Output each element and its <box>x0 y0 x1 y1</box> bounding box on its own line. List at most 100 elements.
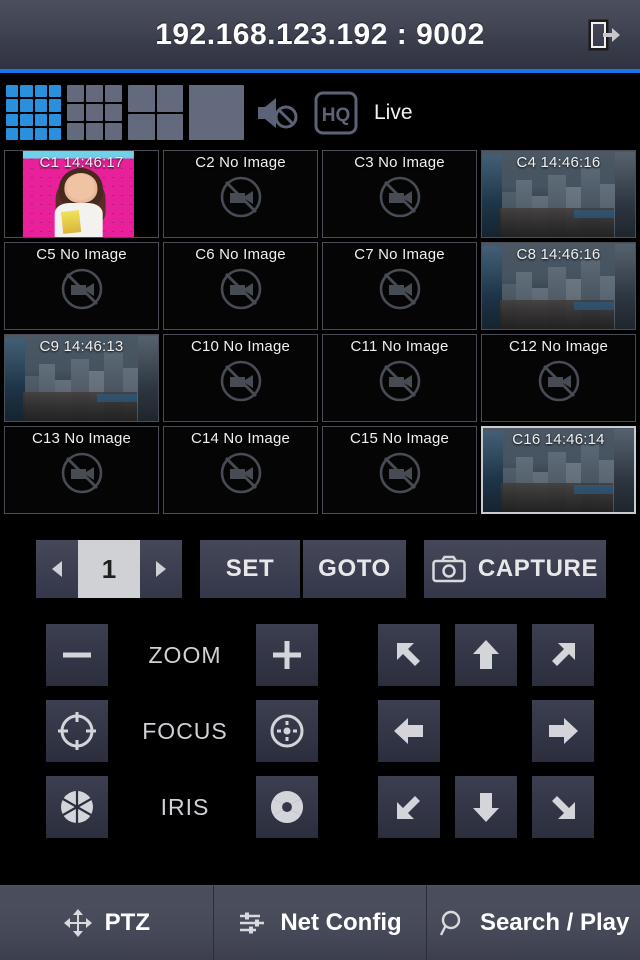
arrow-up-icon <box>473 640 499 669</box>
channel-label: C1 14:46:17 <box>39 154 124 171</box>
preset-prev-button[interactable] <box>36 540 78 598</box>
capture-label: CAPTURE <box>477 555 599 582</box>
logout-button[interactable] <box>586 17 622 53</box>
iris-close-button[interactable] <box>46 776 108 838</box>
app-root: 192.168.123.192 : 9002 HQ Live C1 14:46:… <box>0 0 640 960</box>
no-signal-icon <box>220 453 261 494</box>
pan-down-button[interactable] <box>455 776 517 838</box>
tab-ptz-label: PTZ <box>104 908 150 936</box>
plus-icon <box>273 641 301 669</box>
video-cell[interactable]: C11 No Image <box>322 334 477 422</box>
channel-label: C4 14:46:16 <box>516 154 601 171</box>
arrow-down-left-icon <box>397 796 420 819</box>
preset-number-value[interactable]: 1 <box>78 540 140 598</box>
live-status-label: Live <box>374 100 413 124</box>
no-signal-icon <box>220 269 261 310</box>
video-cell[interactable]: C8 14:46:16 <box>481 242 636 330</box>
channel-label: C9 14:46:13 <box>39 338 124 355</box>
pan-up-right-button[interactable] <box>532 624 594 686</box>
video-cell[interactable]: C7 No Image <box>322 242 477 330</box>
no-signal-icon <box>379 361 420 402</box>
set-preset-button[interactable]: SET <box>200 540 300 598</box>
hq-quality-button[interactable]: HQ <box>312 89 360 137</box>
video-cell[interactable]: C15 No Image <box>322 426 477 514</box>
layout-16-split-button[interactable] <box>6 85 61 140</box>
channel-label: C7 No Image <box>354 246 445 263</box>
zoom-out-button[interactable] <box>46 624 108 686</box>
pan-right-button[interactable] <box>532 700 594 762</box>
channel-label: C12 No Image <box>508 338 609 355</box>
layout-4-split-button[interactable] <box>128 85 183 140</box>
pan-left-button[interactable] <box>378 700 440 762</box>
channel-label: C14 No Image <box>190 430 291 447</box>
video-cell[interactable]: C14 No Image <box>163 426 318 514</box>
video-cell[interactable]: C9 14:46:13 <box>4 334 159 422</box>
hq-label: HQ <box>322 105 351 126</box>
arrow-up-right-icon <box>552 643 575 666</box>
no-signal-icon <box>379 177 420 218</box>
triangle-right-icon <box>156 561 166 577</box>
hq-icon: HQ <box>314 91 358 134</box>
page-selector: 1 <box>36 540 182 598</box>
video-cell[interactable]: C1 14:46:17 <box>4 150 159 238</box>
channel-label: C2 No Image <box>195 154 286 171</box>
tab-search-play-label: Search / Play <box>479 908 630 936</box>
no-signal-icon <box>379 269 420 310</box>
channel-label: C3 No Image <box>354 154 445 171</box>
preset-next-button[interactable] <box>140 540 182 598</box>
capture-button[interactable]: CAPTURE <box>424 540 606 598</box>
tab-ptz[interactable]: PTZ <box>0 885 214 960</box>
pan-up-button[interactable] <box>455 624 517 686</box>
focus-far-button[interactable] <box>256 700 318 762</box>
layout-1-split-button[interactable] <box>189 85 244 140</box>
zoom-label: ZOOM <box>148 642 222 668</box>
iris-label: IRIS <box>160 794 210 820</box>
video-cell[interactable]: C6 No Image <box>163 242 318 330</box>
triangle-left-icon <box>52 561 62 577</box>
layout-1-split-icon <box>189 85 244 140</box>
goto-preset-button[interactable]: GOTO <box>303 540 406 598</box>
pan-down-right-button[interactable] <box>532 776 594 838</box>
tab-net-config[interactable]: Net Config <box>214 885 428 960</box>
zoom-in-button[interactable] <box>256 624 318 686</box>
title-bar: 192.168.123.192 : 9002 <box>0 0 640 73</box>
channel-label: C11 No Image <box>350 338 449 355</box>
layout-4-split-icon <box>128 85 183 140</box>
preset-row: 1 SET GOTO CAPTURE <box>0 540 640 598</box>
audio-mute-button[interactable] <box>254 88 304 138</box>
bottom-tab-bar: PTZ Net Config Search / Play <box>0 885 640 960</box>
page-title: 192.168.123.192 : 9002 <box>155 17 485 51</box>
layout-9-split-button[interactable] <box>67 85 122 140</box>
arrow-down-right-icon <box>552 796 575 819</box>
video-cell[interactable]: C13 No Image <box>4 426 159 514</box>
focus-label: FOCUS <box>142 718 228 744</box>
no-signal-icon <box>61 269 102 310</box>
pan-up-left-button[interactable] <box>378 624 440 686</box>
arrow-down-icon <box>473 793 499 822</box>
channel-label: C10 No Image <box>190 338 291 355</box>
tab-search-play[interactable]: Search / Play <box>427 885 640 960</box>
video-grid: C1 14:46:17 C2 No Image C3 No Image C4 1… <box>4 150 636 514</box>
iris-open-button[interactable] <box>256 776 318 838</box>
speaker-mute-icon <box>258 97 298 128</box>
video-cell[interactable]: C3 No Image <box>322 150 477 238</box>
video-cell[interactable]: C12 No Image <box>481 334 636 422</box>
focus-far-icon <box>270 714 304 748</box>
channel-label: C6 No Image <box>195 246 286 263</box>
minus-icon <box>63 652 91 658</box>
view-toolbar: HQ Live <box>0 77 640 148</box>
channel-label: C13 No Image <box>31 430 132 447</box>
video-cell[interactable]: C2 No Image <box>163 150 318 238</box>
iris-closed-icon <box>61 791 93 823</box>
layout-9-split-icon <box>67 85 122 140</box>
pan-down-left-button[interactable] <box>378 776 440 838</box>
channel-label: C8 14:46:16 <box>516 246 601 263</box>
focus-near-button[interactable] <box>46 700 108 762</box>
video-cell[interactable]: C10 No Image <box>163 334 318 422</box>
video-cell[interactable]: C16 14:46:14 <box>481 426 636 514</box>
video-cell[interactable]: C4 14:46:16 <box>481 150 636 238</box>
video-cell[interactable]: C5 No Image <box>4 242 159 330</box>
arrow-left-icon <box>394 718 423 744</box>
ptz-pad-area: ZOOM FOCUS IRIS <box>0 616 640 866</box>
channel-label: C16 14:46:14 <box>512 431 605 448</box>
